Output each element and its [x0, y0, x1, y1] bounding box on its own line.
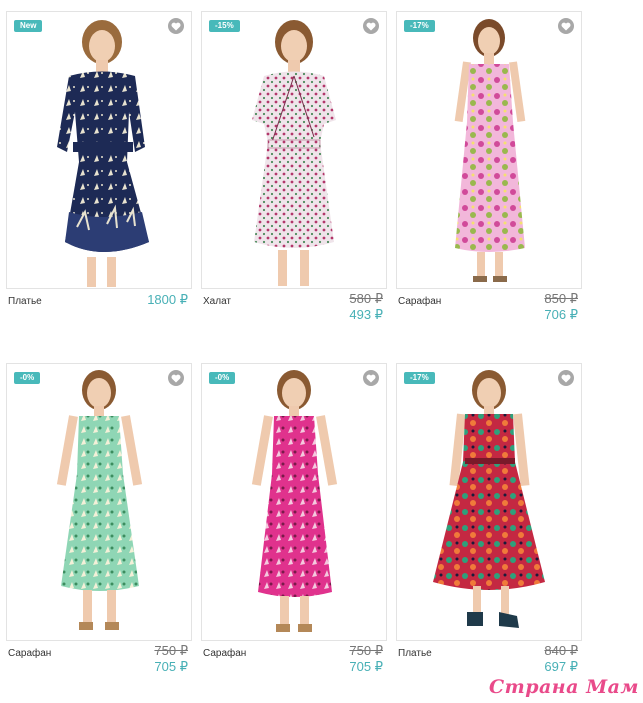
old-price: 580 ₽	[349, 291, 383, 306]
product-image[interactable]: -17%	[396, 363, 582, 641]
favorite-heart-icon[interactable]	[363, 18, 379, 34]
product-photo	[454, 19, 526, 282]
discount-badge: -17%	[404, 20, 435, 32]
product-image[interactable]: -0%	[201, 363, 387, 641]
product-name[interactable]: Платье	[8, 296, 42, 307]
product-image[interactable]: -17%	[396, 11, 582, 289]
product-card[interactable]: New Платье 1800 ₽	[6, 11, 192, 351]
old-price: 850 ₽	[544, 291, 578, 306]
product-name[interactable]: Сарафан	[203, 648, 246, 659]
product-card[interactable]: -17% Сарафан 850 ₽ 706 ₽	[396, 11, 582, 351]
new-price: 493 ₽	[349, 307, 383, 322]
discount-badge: New	[14, 20, 43, 32]
product-grid: New Платье 1800 ₽ -15% Халат 580 ₽ 493 ₽…	[0, 0, 643, 700]
discount-badge: -17%	[404, 372, 435, 384]
product-photo	[57, 20, 149, 287]
favorite-heart-icon[interactable]	[363, 370, 379, 386]
old-price: 750 ₽	[349, 643, 383, 658]
discount-badge: -15%	[209, 20, 240, 32]
product-image[interactable]: -15%	[201, 11, 387, 289]
new-price: 706 ₽	[544, 307, 578, 322]
product-photo	[433, 370, 545, 628]
product-image[interactable]: New	[6, 11, 192, 289]
product-name[interactable]: Халат	[203, 296, 231, 307]
product-card[interactable]: -0% Сарафан 750 ₽ 705 ₽	[201, 363, 387, 703]
product-photo	[252, 20, 336, 286]
product-photo	[56, 370, 143, 630]
old-price: 840 ₽	[544, 643, 578, 658]
product-image[interactable]: -0%	[6, 363, 192, 641]
product-photo	[251, 370, 338, 632]
product-card[interactable]: -15% Халат 580 ₽ 493 ₽	[201, 11, 387, 351]
product-name[interactable]: Сарафан	[8, 648, 51, 659]
product-name[interactable]: Сарафан	[398, 296, 441, 307]
discount-badge: -0%	[14, 372, 41, 384]
new-price: 697 ₽	[544, 659, 578, 674]
favorite-heart-icon[interactable]	[558, 370, 574, 386]
product-price: 1800 ₽	[147, 292, 188, 307]
product-card[interactable]: -0% Сарафан 750 ₽ 705 ₽	[6, 363, 192, 703]
product-name[interactable]: Платье	[398, 648, 432, 659]
site-watermark: Страна Мам	[488, 676, 639, 698]
new-price: 705 ₽	[349, 659, 383, 674]
old-price: 750 ₽	[154, 643, 188, 658]
favorite-heart-icon[interactable]	[558, 18, 574, 34]
favorite-heart-icon[interactable]	[168, 18, 184, 34]
product-card[interactable]: -17% Платье 840 ₽ 697 ₽	[396, 363, 582, 703]
favorite-heart-icon[interactable]	[168, 370, 184, 386]
new-price: 705 ₽	[154, 659, 188, 674]
discount-badge: -0%	[209, 372, 236, 384]
